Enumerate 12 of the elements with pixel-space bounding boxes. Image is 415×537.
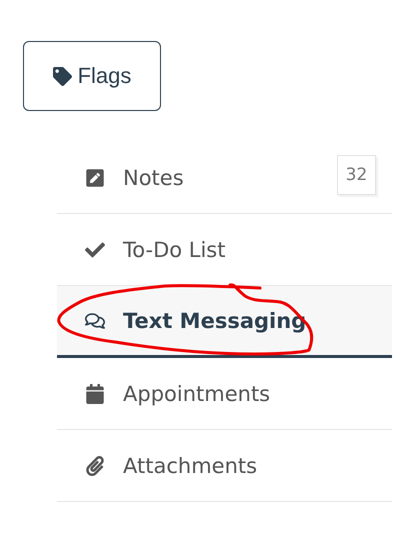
menu-label: Appointments [123, 382, 270, 406]
paperclip-icon [84, 454, 106, 476]
tag-icon [52, 66, 72, 86]
menu-label: Attachments [123, 454, 258, 478]
calendar-icon [84, 382, 106, 404]
menu-label: To-Do List [123, 238, 226, 262]
menu-label: Text Messaging [123, 308, 306, 332]
flags-button[interactable]: Flags [23, 41, 161, 111]
menu-label: Notes [123, 166, 184, 190]
edit-icon [84, 166, 106, 188]
count-badge: 32 [337, 155, 376, 195]
menu-item[interactable]: Text Messaging [57, 286, 392, 358]
